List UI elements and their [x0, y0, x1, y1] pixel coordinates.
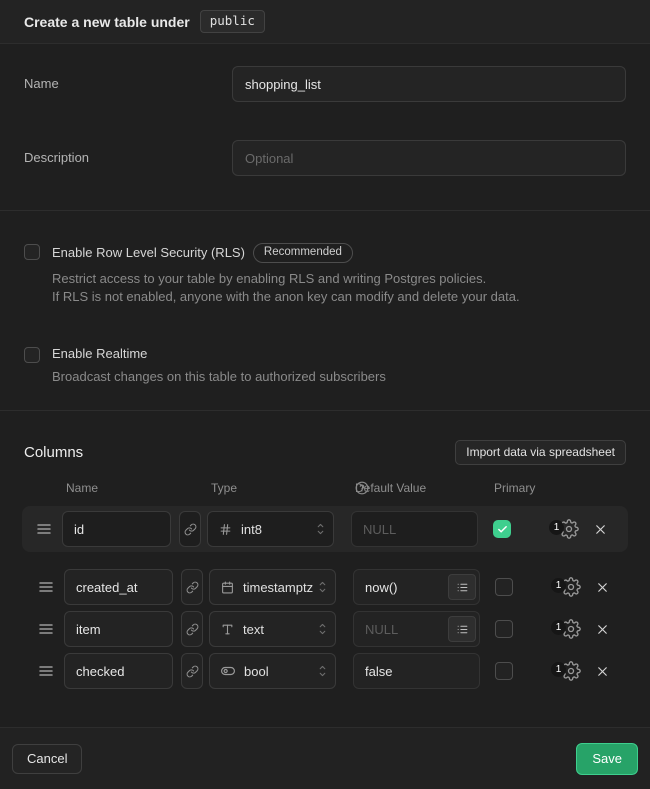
drag-handle-icon[interactable] — [34, 581, 58, 593]
chevron-up-down-icon — [315, 522, 326, 536]
foreign-key-link-icon[interactable] — [181, 611, 203, 647]
column-row-id: int8 1 — [22, 506, 628, 552]
default-value-input[interactable] — [351, 511, 478, 547]
column-type-select[interactable]: int8 — [207, 511, 334, 547]
primary-checkbox[interactable] — [495, 662, 513, 680]
recommended-badge: Recommended — [253, 243, 353, 263]
drag-handle-icon[interactable] — [34, 665, 58, 677]
chevron-up-down-icon — [317, 664, 328, 678]
col-header-name: Name — [66, 481, 98, 495]
column-name-input[interactable] — [64, 611, 173, 647]
description-row: Description — [24, 140, 626, 176]
column-name-input[interactable] — [64, 653, 173, 689]
settings-count-badge: 1 — [551, 620, 566, 635]
table-description-input[interactable] — [232, 140, 626, 176]
realtime-checkbox[interactable] — [24, 347, 40, 363]
name-row: Name — [24, 66, 626, 102]
dialog-header: Create a new table under public — [0, 0, 650, 44]
description-label: Description — [24, 140, 232, 176]
default-value-suggestions-icon[interactable] — [448, 616, 476, 642]
delete-column-icon[interactable] — [595, 664, 610, 679]
column-settings-button[interactable]: 1 — [561, 661, 581, 681]
column-type-select[interactable]: timestamptz — [209, 569, 336, 605]
chevron-up-down-icon — [317, 580, 328, 594]
foreign-key-link-icon[interactable] — [179, 511, 201, 547]
realtime-option: Enable Realtime Broadcast changes on thi… — [24, 346, 626, 386]
col-header-type: Type — [211, 481, 237, 495]
foreign-key-link-icon[interactable] — [181, 653, 203, 689]
column-type-select[interactable]: bool — [209, 653, 336, 689]
default-value-input[interactable] — [353, 653, 480, 689]
columns-table-header: Name Type Default Value Primary — [24, 481, 626, 495]
chevron-up-down-icon — [317, 622, 328, 636]
table-details-section: Name Description — [0, 44, 650, 211]
import-spreadsheet-button[interactable]: Import data via spreadsheet — [455, 440, 626, 465]
column-row-checked: bool 1 — [24, 653, 626, 689]
rls-checkbox[interactable] — [24, 244, 40, 260]
delete-column-icon[interactable] — [595, 622, 610, 637]
foreign-key-link-icon[interactable] — [181, 569, 203, 605]
default-value-suggestions-icon[interactable] — [448, 574, 476, 600]
hash-icon — [219, 523, 232, 536]
help-circle-icon[interactable] — [355, 481, 369, 495]
delete-column-icon[interactable] — [593, 522, 608, 537]
delete-column-icon[interactable] — [595, 580, 610, 595]
toggle-icon — [221, 664, 235, 678]
primary-checkbox[interactable] — [495, 620, 513, 638]
col-header-primary: Primary — [494, 481, 535, 495]
rls-option: Enable Row Level Security (RLS) Recommen… — [24, 243, 626, 306]
text-type-icon — [221, 623, 234, 636]
dialog-footer: Cancel Save — [0, 728, 650, 789]
calendar-icon — [221, 581, 234, 594]
column-type-select[interactable]: text — [209, 611, 336, 647]
table-name-input[interactable] — [232, 66, 626, 102]
column-name-input[interactable] — [64, 569, 173, 605]
columns-title: Columns — [24, 444, 83, 461]
schema-badge: public — [200, 10, 265, 33]
realtime-description: Broadcast changes on this table to autho… — [52, 368, 386, 386]
primary-checkbox[interactable] — [495, 578, 513, 596]
column-settings-button[interactable]: 1 — [559, 519, 579, 539]
column-settings-button[interactable]: 1 — [561, 577, 581, 597]
column-settings-button[interactable]: 1 — [561, 619, 581, 639]
cancel-button[interactable]: Cancel — [12, 744, 82, 774]
column-name-input[interactable] — [62, 511, 171, 547]
drag-handle-icon[interactable] — [32, 523, 56, 535]
save-button[interactable]: Save — [576, 743, 638, 775]
rls-label: Enable Row Level Security (RLS) — [52, 245, 245, 260]
settings-count-badge: 1 — [549, 520, 564, 535]
table-options-section: Enable Row Level Security (RLS) Recommen… — [0, 211, 650, 411]
create-table-dialog: Create a new table under public Name Des… — [0, 0, 650, 789]
column-row-item: text 1 — [24, 611, 626, 647]
rls-description: Restrict access to your table by enablin… — [52, 270, 520, 306]
column-row-created-at: timestamptz 1 — [24, 569, 626, 605]
settings-count-badge: 1 — [551, 662, 566, 677]
check-icon — [497, 524, 508, 535]
primary-checkbox[interactable] — [493, 520, 511, 538]
name-label: Name — [24, 66, 232, 102]
realtime-label: Enable Realtime — [52, 346, 147, 361]
columns-section: Columns Import data via spreadsheet Name… — [0, 439, 650, 728]
settings-count-badge: 1 — [551, 578, 566, 593]
dialog-title: Create a new table under — [24, 14, 190, 30]
drag-handle-icon[interactable] — [34, 623, 58, 635]
